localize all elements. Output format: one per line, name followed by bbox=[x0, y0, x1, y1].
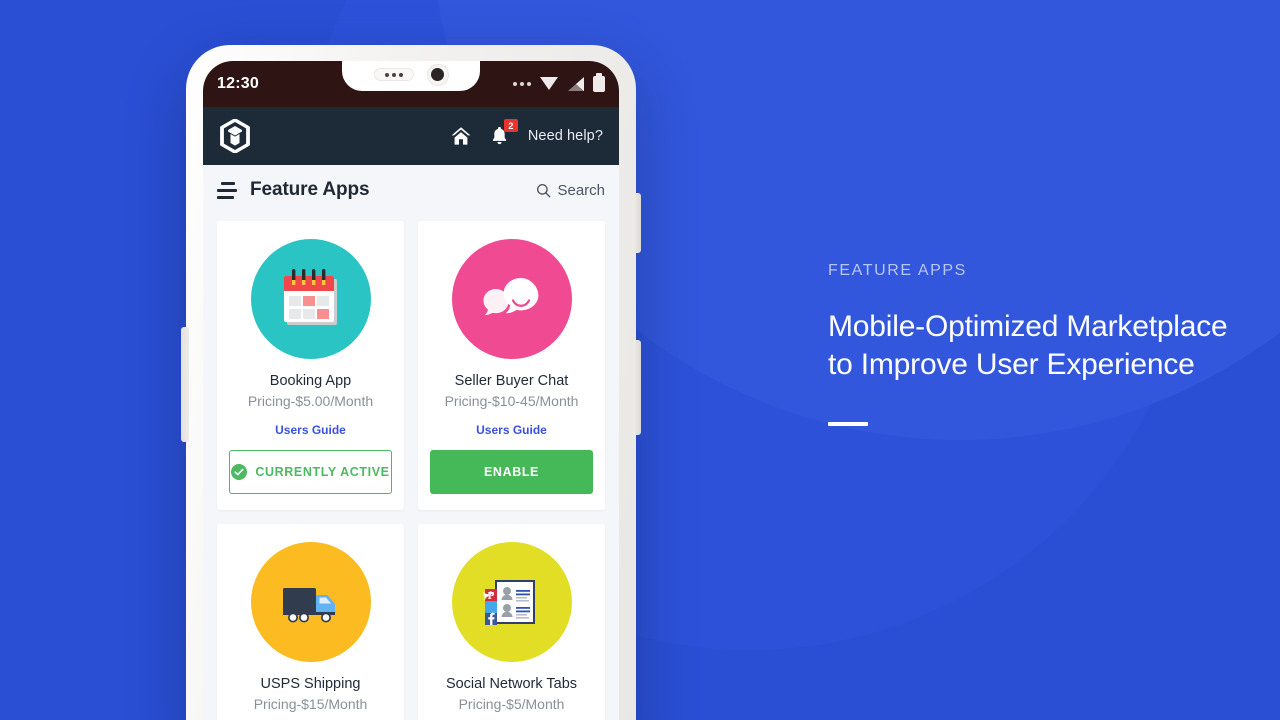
status-bar: 12:30 bbox=[203, 61, 619, 107]
phone-screen: 12:30 2 Need help? Feature Apps Search B… bbox=[203, 61, 619, 720]
social-tabs-icon: P bbox=[451, 542, 572, 662]
enable-button[interactable]: ENABLE bbox=[430, 450, 593, 494]
app-card-social-network-tabs[interactable]: P Social Network Tabs Pricing-$5/Month bbox=[418, 524, 605, 720]
app-price: Pricing-$10-45/Month bbox=[444, 393, 579, 409]
app-card-seller-buyer-chat[interactable]: Seller Buyer Chat Pricing-$10-45/Month U… bbox=[418, 221, 605, 510]
search-button[interactable]: Search bbox=[536, 182, 605, 199]
button-label: CURRENTLY ACTIVE bbox=[255, 465, 390, 479]
copy-eyebrow: FEATURE APPS bbox=[828, 262, 967, 279]
phone-side-button-top[interactable] bbox=[633, 193, 641, 253]
copy-panel: FEATURE APPS Mobile-Optimized Marketplac… bbox=[828, 262, 1228, 426]
app-card-usps-shipping[interactable]: USPS Shipping Pricing-$15/Month Users Gu… bbox=[217, 524, 404, 720]
phone-mockup: 12:30 2 Need help? Feature Apps Search B… bbox=[181, 45, 641, 720]
signal-icon bbox=[568, 77, 584, 91]
search-icon bbox=[536, 183, 552, 198]
battery-icon bbox=[593, 73, 605, 92]
users-guide-link[interactable]: Users Guide bbox=[275, 423, 346, 437]
copy-headline: Mobile-Optimized Marketplace to Improve … bbox=[828, 310, 1228, 381]
calendar-icon bbox=[250, 239, 371, 359]
front-camera-icon bbox=[426, 63, 449, 86]
app-name: Social Network Tabs bbox=[445, 676, 578, 692]
app-price: Pricing-$5/Month bbox=[458, 696, 565, 712]
hamburger-menu-icon[interactable] bbox=[217, 181, 237, 199]
earpiece-speaker-icon bbox=[373, 68, 414, 81]
check-circle-icon bbox=[231, 464, 248, 480]
app-price: Pricing-$5.00/Month bbox=[247, 393, 374, 409]
notification-count-badge: 2 bbox=[503, 119, 518, 132]
app-name: Booking App bbox=[269, 373, 352, 389]
marketplace-logo[interactable] bbox=[219, 118, 251, 154]
phone-notch bbox=[342, 61, 480, 91]
home-icon[interactable] bbox=[450, 125, 472, 147]
page-title: Feature Apps bbox=[250, 179, 370, 200]
chat-bubbles-icon bbox=[451, 239, 572, 359]
delivery-truck-icon bbox=[250, 542, 371, 662]
feature-apps-grid: Booking App Pricing-$5.00/Month Users Gu… bbox=[203, 215, 619, 720]
button-label: ENABLE bbox=[484, 465, 539, 479]
users-guide-link[interactable]: Users Guide bbox=[476, 423, 547, 437]
status-icons bbox=[513, 73, 605, 92]
phone-power-button[interactable] bbox=[633, 340, 641, 435]
need-help-link[interactable]: Need help? bbox=[528, 128, 603, 144]
page-sub-bar: Feature Apps Search bbox=[203, 165, 619, 215]
app-card-booking[interactable]: Booking App Pricing-$5.00/Month Users Gu… bbox=[217, 221, 404, 510]
status-time: 12:30 bbox=[217, 75, 259, 92]
app-bar: 2 Need help? bbox=[203, 107, 619, 165]
app-bar-actions: 2 Need help? bbox=[450, 119, 603, 147]
phone-volume-button[interactable] bbox=[181, 327, 189, 442]
notifications-bell[interactable]: 2 bbox=[489, 119, 518, 147]
app-name: Seller Buyer Chat bbox=[454, 373, 569, 389]
app-price: Pricing-$15/Month bbox=[253, 696, 368, 712]
more-dots-icon bbox=[513, 82, 531, 86]
app-name: USPS Shipping bbox=[260, 676, 361, 692]
wifi-icon bbox=[540, 77, 559, 91]
currently-active-button[interactable]: CURRENTLY ACTIVE bbox=[229, 450, 392, 494]
copy-underline-rule bbox=[828, 422, 868, 426]
search-label: Search bbox=[557, 181, 605, 199]
